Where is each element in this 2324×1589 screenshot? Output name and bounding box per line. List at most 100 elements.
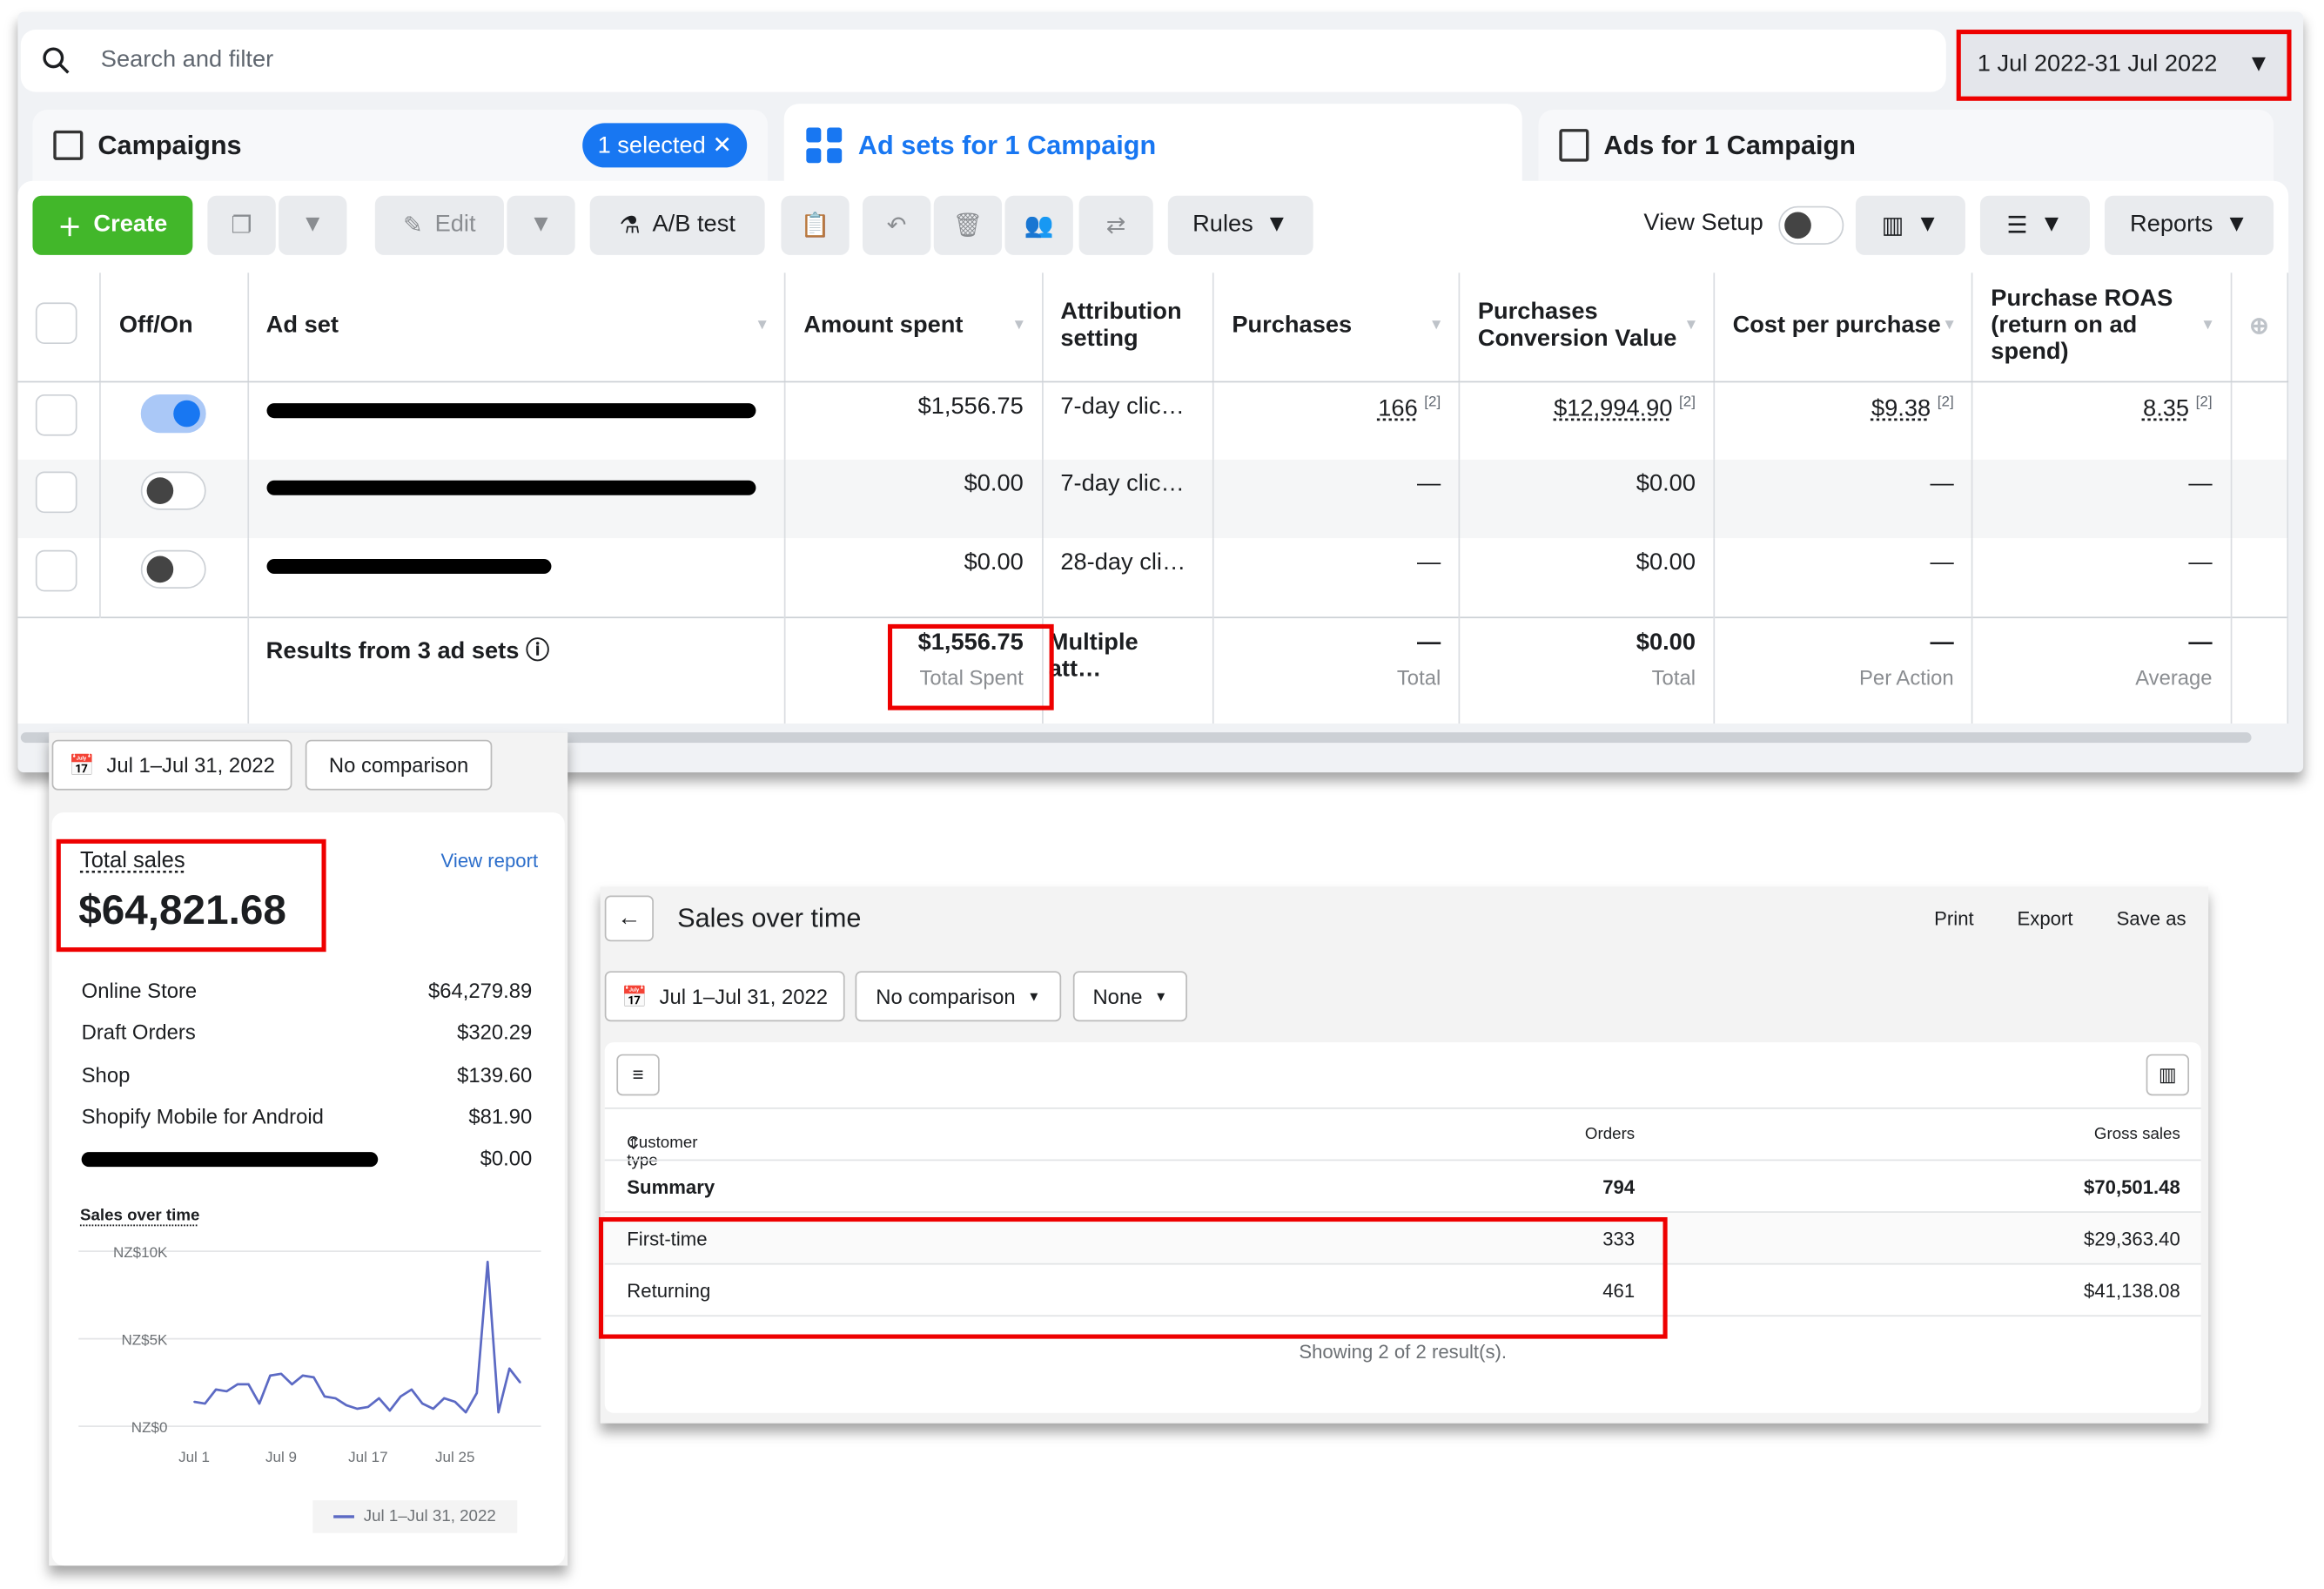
back-button[interactable]: ← [604, 895, 654, 942]
col-off-on[interactable]: Off/On [100, 273, 249, 382]
redacted-ad-set-name[interactable] [265, 480, 756, 495]
value[interactable]: 8.35 [2143, 395, 2189, 421]
close-icon[interactable]: ✕ [712, 133, 732, 158]
reports-button[interactable]: Reports ▼ [2104, 195, 2274, 255]
tab-ads[interactable]: Ads for 1 Campaign [1538, 110, 2274, 181]
search-input[interactable]: Search and filter [20, 30, 1946, 92]
conversion-value: $12,994.90 [2] [1459, 380, 1716, 460]
value[interactable]: $12,994.90 [1554, 395, 1672, 421]
ad-icon [1559, 129, 1589, 162]
col-orders[interactable]: Orders [1585, 1125, 1635, 1142]
comparison-dropdown[interactable]: No comparison ▼ [855, 971, 1062, 1022]
view-setup-label: View Setup [1643, 210, 1763, 236]
group-dropdown[interactable]: None ▼ [1072, 971, 1187, 1022]
select-all-checkbox[interactable] [35, 301, 77, 344]
data-point [432, 1407, 434, 1411]
info-icon[interactable]: ⓘ [526, 638, 549, 663]
results-footer: Showing 2 of 2 result(s). [1299, 1340, 1508, 1363]
y-tick-label: NZ$0 [131, 1419, 168, 1436]
data-point [465, 1411, 467, 1414]
audience-button[interactable]: 👥 [1004, 195, 1073, 255]
clipboard-button[interactable]: 📋 [781, 195, 850, 255]
value[interactable]: 166 [1378, 395, 1417, 421]
edit-button[interactable]: ✎ Edit [374, 195, 504, 255]
columns-button[interactable]: ▥ [2146, 1054, 2190, 1096]
col-roas[interactable]: Purchase ROAS (return on ad spend) ▼ [1972, 273, 2232, 382]
col-label: Amount spent [803, 313, 964, 339]
columns-button[interactable]: ▥ ▼ [1855, 195, 1965, 255]
attribution: 7-day clic… [1042, 459, 1214, 539]
total-sales-card: Total sales $64,821.68 View report Onlin… [51, 812, 565, 1566]
undo-button[interactable]: ↶ [863, 195, 931, 255]
channel-value: $0.00 [480, 1146, 533, 1170]
ad-set-toggle[interactable] [141, 471, 207, 510]
redacted-ad-set-name[interactable] [265, 402, 756, 418]
attribution: 7-day clic… [1042, 380, 1214, 460]
table-row[interactable]: $0.00 28-day cli… — $0.00 — — [17, 538, 2289, 617]
sort-icon[interactable]: ▼ [1011, 317, 1026, 333]
tab-ad-sets[interactable]: Ad sets for 1 Campaign [783, 104, 1522, 187]
delete-button[interactable]: 🗑 [933, 195, 1003, 255]
channel-value: $139.60 [457, 1062, 533, 1087]
date-picker-button[interactable]: 📅 Jul 1–Jul 31, 2022 [51, 739, 292, 791]
comparison-button[interactable]: No comparison [305, 739, 493, 791]
table-row[interactable]: $1,556.75 7-day clic… 166 [2] $12,994.90… [17, 380, 2289, 460]
caret-down-icon: ▼ [2225, 212, 2249, 238]
caret-down-icon: ▼ [1027, 988, 1041, 1004]
col-gross-sales[interactable]: Gross sales [2094, 1125, 2180, 1142]
add-column-button[interactable]: ⊕ [2230, 273, 2289, 382]
arrow-left-icon: ← [617, 905, 641, 931]
save-as-button[interactable]: Save as [2117, 907, 2186, 930]
view-setup-toggle[interactable] [1778, 205, 1844, 252]
sort-icon[interactable]: ▼ [2200, 317, 2215, 333]
edit-dropdown[interactable]: ▼ [507, 195, 575, 255]
rules-button[interactable]: Rules ▼ [1167, 195, 1313, 255]
data-point [193, 1400, 196, 1403]
row-checkbox[interactable] [35, 471, 77, 514]
sort-icon[interactable]: ▼ [755, 317, 769, 333]
col-conversion-value[interactable]: Purchases Conversion Value ▼ [1459, 273, 1716, 382]
ab-test-button[interactable]: ⚗ A/B test [589, 195, 765, 255]
data-point [443, 1397, 446, 1399]
date-picker-button[interactable]: 📅 Jul 1–Jul 31, 2022 [604, 971, 845, 1022]
col-attribution[interactable]: Attribution setting [1042, 273, 1214, 382]
sort-icon[interactable]: ▼ [1684, 317, 1699, 333]
date-range-picker[interactable]: 1 Jul 2022-31 Jul 2022 ▼ [1956, 30, 2292, 101]
filter-button[interactable]: ≡ [616, 1054, 660, 1096]
channel-value: $320.29 [457, 1020, 533, 1044]
sort-icon[interactable]: ▼ [1429, 317, 1444, 333]
print-button[interactable]: Print [1934, 907, 1974, 930]
value[interactable]: $9.38 [1871, 395, 1931, 421]
row-checkbox[interactable] [35, 394, 77, 435]
view-report-link[interactable]: View report [441, 850, 539, 872]
sales-report-panel: ← Sales over time Print Export Save as 📅… [598, 886, 2209, 1424]
selected-badge[interactable]: 1 selected ✕ [582, 123, 748, 168]
sort-icon[interactable]: ▼ [1942, 317, 1957, 333]
roas: — [1972, 459, 2232, 539]
duplicate-button[interactable]: ❐ [207, 195, 276, 255]
col-ad-set[interactable]: Ad set ▼ [247, 273, 786, 382]
col-amount-spent[interactable]: Amount spent ▼ [785, 273, 1043, 382]
data-point [410, 1388, 413, 1390]
data-point [388, 1409, 391, 1412]
table-row[interactable]: $0.00 7-day clic… — $0.00 — — [17, 459, 2289, 539]
total-cpp: — [1930, 629, 1954, 655]
ad-set-toggle[interactable] [141, 549, 207, 589]
y-tick-label: NZ$10K [113, 1244, 168, 1261]
tab-campaigns[interactable]: Campaigns 1 selected ✕ [32, 110, 769, 181]
select-all[interactable] [17, 273, 102, 382]
x-tick-label: Jul 9 [265, 1449, 297, 1465]
ad-set-toggle[interactable] [141, 394, 207, 433]
legend-label: Jul 1–Jul 31, 2022 [363, 1507, 496, 1526]
export-button[interactable]: ⇄ [1078, 195, 1153, 255]
duplicate-dropdown[interactable]: ▼ [279, 195, 347, 255]
export-button[interactable]: Export [2018, 907, 2073, 930]
redacted-ad-set-name[interactable] [265, 558, 551, 574]
sort-icon[interactable]: ⇕ [627, 1135, 641, 1153]
col-cost-per-purchase[interactable]: Cost per purchase ▼ [1714, 273, 1973, 382]
purchases: — [1213, 538, 1461, 617]
breakdown-button[interactable]: ☰ ▼ [1979, 195, 2090, 255]
create-button[interactable]: ＋ Create [32, 195, 193, 255]
col-purchases[interactable]: Purchases ▼ [1213, 273, 1461, 382]
row-checkbox[interactable] [35, 549, 77, 592]
